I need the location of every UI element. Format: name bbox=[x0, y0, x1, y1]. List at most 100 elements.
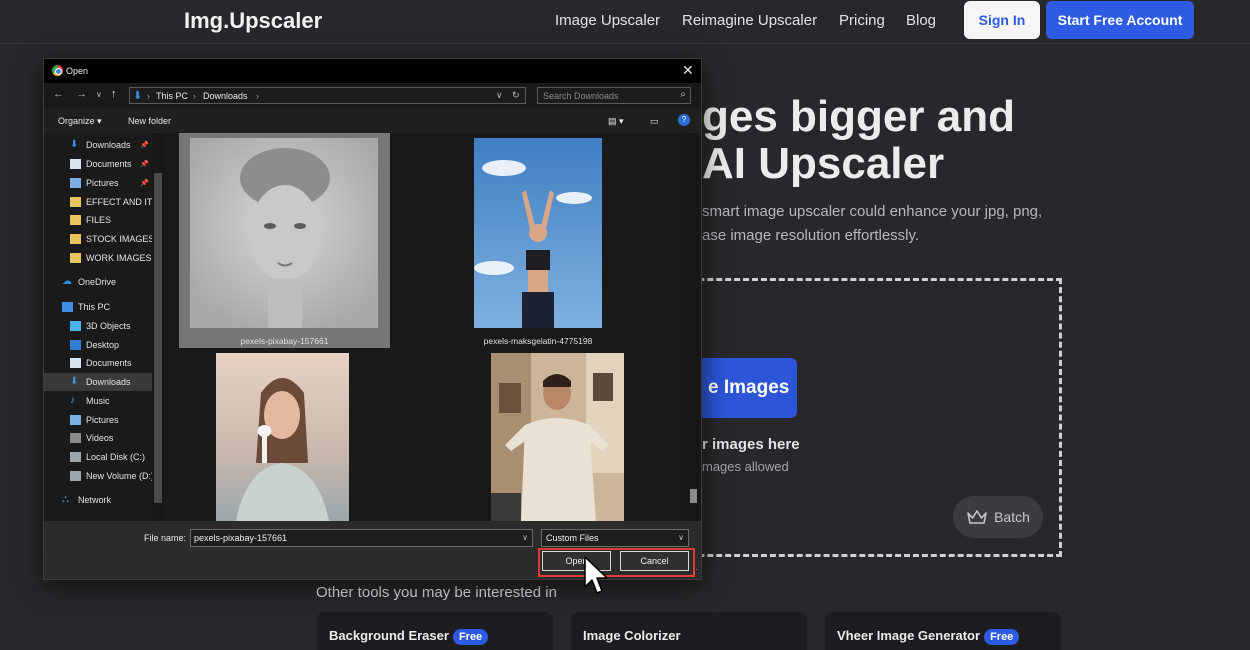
file-name: pexels-maksgelatin-4775198 bbox=[483, 336, 593, 346]
search-downloads-input[interactable]: Search Downloads ⌕ bbox=[537, 87, 691, 104]
nav-item-pictures[interactable]: Pictures 📌 bbox=[44, 174, 152, 192]
batch-label: Batch bbox=[994, 509, 1030, 525]
dialog-titlebar[interactable]: Open ✕ bbox=[44, 59, 701, 83]
nav-item-network[interactable]: ⛬ Network bbox=[44, 491, 152, 509]
nav-item-label: Network bbox=[78, 495, 112, 505]
file-list-scrollbar[interactable] bbox=[686, 133, 701, 521]
thumbnail-man-street-photo bbox=[491, 353, 624, 521]
folder-icon bbox=[70, 197, 81, 207]
site-logo[interactable]: Img.Upscaler bbox=[184, 8, 322, 34]
nav-item-label: EFFECT AND ITEM bbox=[86, 197, 152, 207]
upload-images-button[interactable]: e Images bbox=[702, 358, 797, 418]
free-badge: Free bbox=[984, 629, 1020, 645]
cancel-button[interactable]: Cancel bbox=[620, 551, 689, 571]
recent-locations-chevron-icon[interactable]: ∨ bbox=[96, 90, 102, 99]
nav-item-desktop[interactable]: Desktop bbox=[44, 336, 152, 354]
nav-item-label: Videos bbox=[86, 433, 114, 443]
new-folder-button[interactable]: New folder bbox=[128, 116, 171, 126]
tool-card-background-eraser[interactable]: Background Eraser Free bbox=[317, 612, 553, 650]
nav-item-label: 3D Objects bbox=[86, 321, 131, 331]
pictures-icon bbox=[70, 178, 81, 188]
sign-in-button[interactable]: Sign In bbox=[964, 1, 1040, 39]
tool-card-image-colorizer[interactable]: Image Colorizer bbox=[571, 612, 807, 650]
nav-item-effect-and-item[interactable]: EFFECT AND ITEM bbox=[44, 193, 152, 211]
nav-item-this-pc[interactable]: This PC bbox=[44, 298, 152, 316]
documents-icon bbox=[70, 159, 81, 169]
nav-item-label: WORK IMAGES bbox=[86, 253, 152, 263]
file-name: pexels-pixabay-157661 bbox=[240, 336, 329, 346]
navigation-scrollbar[interactable] bbox=[152, 133, 164, 521]
batch-button[interactable]: Batch bbox=[953, 496, 1043, 538]
download-icon: ⬇ bbox=[70, 376, 79, 387]
nav-item-local-disk-c[interactable]: Local Disk (C:) bbox=[44, 448, 152, 466]
view-options-icon[interactable]: ▤ ▾ bbox=[608, 116, 624, 127]
close-icon[interactable]: ✕ bbox=[682, 62, 694, 79]
help-icon[interactable]: ? bbox=[678, 114, 690, 126]
other-tools-title: Other tools you may be interested in bbox=[316, 584, 557, 601]
dialog-title: Open bbox=[66, 66, 89, 76]
organize-menu[interactable]: Organize ▾ bbox=[58, 116, 102, 127]
hero-subtitle-line-2: ase image resolution effortlessly. bbox=[702, 227, 920, 244]
dialog-toolbar: Organize ▾ New folder ▤ ▾ ▭ ? bbox=[44, 109, 701, 133]
back-arrow-icon[interactable]: ← bbox=[53, 88, 64, 100]
preview-pane-icon[interactable]: ▭ bbox=[650, 116, 659, 127]
pc-icon bbox=[62, 302, 73, 312]
drop-note: mages allowed bbox=[702, 459, 789, 474]
nav-item-music[interactable]: ♪ Music bbox=[44, 392, 152, 410]
nav-item-pictures[interactable]: Pictures bbox=[44, 411, 152, 429]
download-icon: ⬇ bbox=[133, 90, 143, 102]
nav-item-videos[interactable]: Videos bbox=[44, 429, 152, 447]
resize-grip-icon[interactable]: ⋰ bbox=[690, 568, 698, 577]
nav-item-label: Pictures bbox=[86, 415, 119, 425]
nav-item-onedrive[interactable]: ☁ OneDrive bbox=[44, 273, 152, 291]
network-icon: ⛬ bbox=[62, 494, 69, 505]
address-dropdown-icon[interactable]: ∨ bbox=[496, 90, 503, 101]
nav-item-work-images[interactable]: WORK IMAGES bbox=[44, 249, 152, 267]
nav-item-files[interactable]: FILES bbox=[44, 211, 152, 229]
nav-item-3d-objects[interactable]: 3D Objects bbox=[44, 317, 152, 335]
desktop-icon bbox=[70, 340, 81, 350]
nav-item-stock-images[interactable]: STOCK IMAGES bbox=[44, 230, 152, 248]
address-row: ← → ∨ ↑ ⬇ › This PC › Downloads › ∨ ↻ Se… bbox=[44, 83, 701, 109]
thumbnail-woman-with-glass-photo bbox=[216, 353, 349, 521]
refresh-icon[interactable]: ↻ bbox=[512, 90, 520, 101]
documents-icon bbox=[70, 358, 81, 368]
breadcrumb-separator: › bbox=[256, 91, 259, 101]
forward-arrow-icon[interactable]: → bbox=[76, 88, 87, 100]
file-name-input[interactable]: pexels-pixabay-157661 ∨ bbox=[190, 529, 533, 547]
tool-card-label: Background Eraser bbox=[329, 628, 449, 643]
file-type-select[interactable]: Custom Files ∨ bbox=[541, 529, 689, 547]
breadcrumb-downloads[interactable]: Downloads bbox=[203, 91, 248, 101]
pin-icon: 📌 bbox=[140, 180, 149, 187]
nav-item-new-volume-d[interactable]: New Volume (D:) bbox=[44, 467, 152, 485]
nav-item-downloads[interactable]: ⬇ Downloads 📌 bbox=[44, 136, 152, 154]
search-icon: ⌕ bbox=[680, 89, 686, 100]
tool-card-image-generator[interactable]: Vheer Image Generator Free bbox=[825, 612, 1061, 650]
address-bar[interactable]: ⬇ › This PC › Downloads › ∨ ↻ bbox=[129, 87, 526, 104]
videos-icon bbox=[70, 433, 81, 443]
nav-item-documents[interactable]: Documents 📌 bbox=[44, 155, 152, 173]
start-free-account-button[interactable]: Start Free Account bbox=[1046, 1, 1194, 39]
nav-item-label: This PC bbox=[78, 302, 111, 312]
nav-item-label: Documents bbox=[86, 159, 132, 169]
free-badge: Free bbox=[452, 629, 489, 645]
breadcrumb-this-pc[interactable]: This PC bbox=[156, 91, 188, 101]
chevron-down-icon[interactable]: ∨ bbox=[678, 533, 684, 542]
nav-item-label: Desktop bbox=[86, 340, 120, 350]
file-list-scrollbar-thumb[interactable] bbox=[690, 489, 697, 503]
nav-item-label: OneDrive bbox=[78, 277, 117, 287]
nav-image-upscaler[interactable]: Image Upscaler bbox=[555, 12, 660, 29]
navigation-scrollbar-thumb[interactable] bbox=[154, 173, 162, 503]
folder-icon bbox=[70, 253, 81, 263]
up-arrow-icon[interactable]: ↑ bbox=[111, 88, 117, 100]
thumbnail-grayscale-portrait bbox=[190, 138, 378, 328]
hero-heading-line-2: AI Upscaler bbox=[702, 139, 945, 188]
nav-blog[interactable]: Blog bbox=[906, 12, 936, 29]
nav-reimagine-upscaler[interactable]: Reimagine Upscaler bbox=[682, 12, 817, 29]
nav-item-downloads[interactable]: ⬇ Downloads bbox=[44, 373, 152, 391]
music-icon: ♪ bbox=[70, 395, 75, 406]
file-list: pexels-pixabay-157661 pexels-maksgelatin… bbox=[165, 133, 701, 521]
nav-item-documents[interactable]: Documents bbox=[44, 354, 152, 372]
chevron-down-icon[interactable]: ∨ bbox=[522, 533, 528, 542]
nav-pricing[interactable]: Pricing bbox=[839, 12, 885, 29]
